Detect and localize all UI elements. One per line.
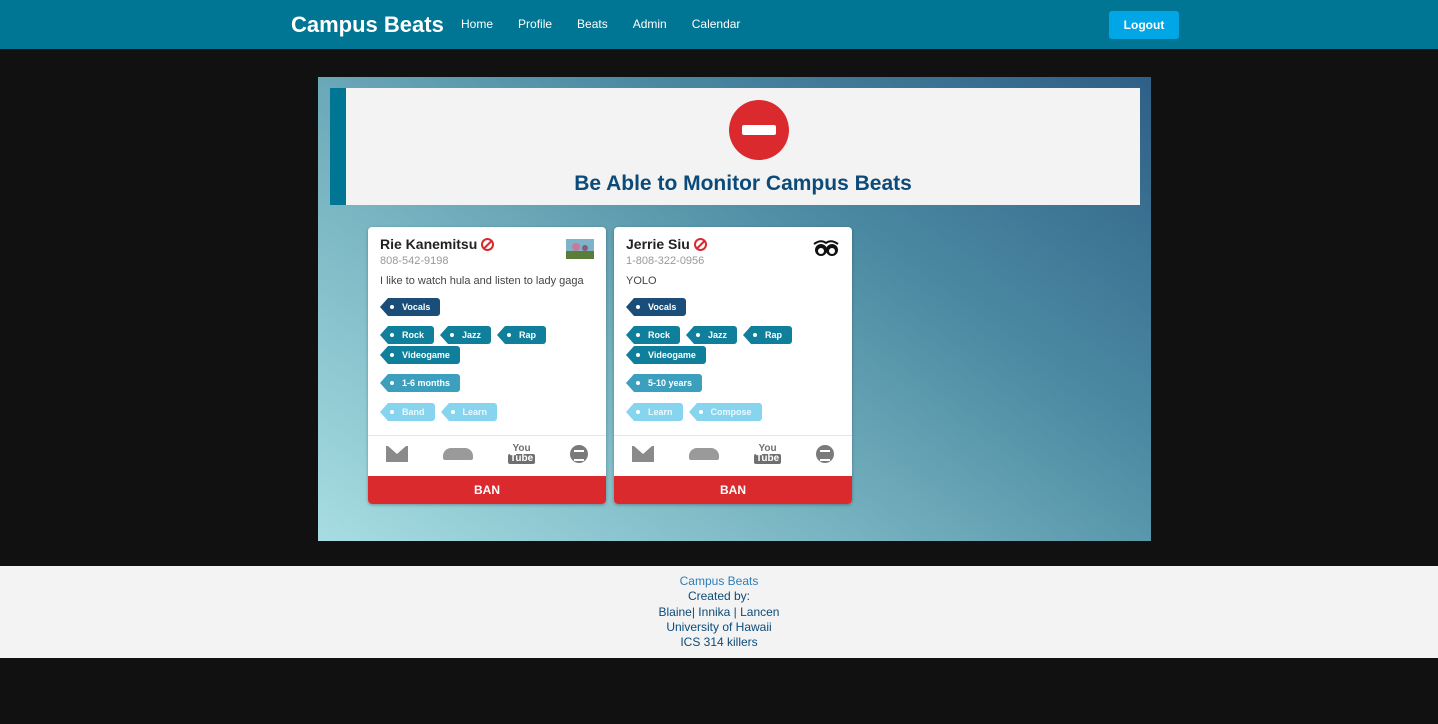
nav-admin[interactable]: Admin <box>633 17 667 31</box>
ban-button[interactable]: BAN <box>368 476 606 504</box>
nav-profile[interactable]: Profile <box>518 17 552 31</box>
user-bio: YOLO <box>626 275 657 287</box>
user-phone: 808-542-9198 <box>380 255 449 267</box>
tag-genre: Rap <box>497 326 547 344</box>
page-title: Be Able to Monitor Campus Beats <box>574 172 912 195</box>
instrument-tags: Vocals <box>625 298 840 318</box>
experience-tags: 5-10 years <box>625 374 840 394</box>
tag-genre: Jazz <box>686 326 738 344</box>
tag-genre: Rap <box>743 326 793 344</box>
genre-tags: Rock Jazz Rap Videogame <box>379 326 594 366</box>
tag-genre: Jazz <box>440 326 492 344</box>
user-card: Rie Kanemitsu 808-542-9198 I like to wat… <box>368 227 606 504</box>
user-name-row: Rie Kanemitsu <box>380 236 495 252</box>
no-entry-icon <box>729 100 789 160</box>
spotify-icon[interactable] <box>816 445 835 463</box>
avatar <box>812 239 840 259</box>
tag-goal: Learn <box>626 403 683 421</box>
navbar: Campus Beats Home Profile Beats Admin Ca… <box>0 0 1438 49</box>
tag-instrument: Vocals <box>379 298 441 316</box>
genre-tags: Rock Jazz Rap Videogame <box>625 326 840 366</box>
user-name: Rie Kanemitsu <box>380 236 478 252</box>
ban-button[interactable]: BAN <box>614 476 852 504</box>
youtube-icon[interactable]: You Tube <box>508 444 536 464</box>
mail-icon[interactable] <box>631 446 654 462</box>
nav-home[interactable]: Home <box>461 17 493 31</box>
user-name-row: Jerrie Siu <box>626 236 707 252</box>
avatar <box>566 239 594 259</box>
spotify-icon[interactable] <box>570 445 589 463</box>
footer-authors: Blaine| Innika | Lancen <box>658 604 780 619</box>
admin-panel: Be Able to Monitor Campus Beats Rie Kane… <box>318 77 1151 541</box>
nav-links: Home Profile Beats Admin Calendar <box>461 17 765 31</box>
card-divider <box>368 435 606 436</box>
footer-brand[interactable]: Campus Beats <box>0 574 1438 589</box>
footer-university: University of Hawaii <box>666 619 772 634</box>
instrument-tags: Vocals <box>379 298 594 318</box>
admin-banner: Be Able to Monitor Campus Beats <box>330 88 1140 205</box>
footer-created-by: Created by: <box>687 589 751 604</box>
tag-genre: Rock <box>625 326 681 344</box>
tag-experience: 1-6 months <box>379 374 461 392</box>
ban-icon <box>693 238 707 251</box>
youtube-icon[interactable]: You Tube <box>754 444 782 464</box>
tag-goal: Compose <box>688 403 762 421</box>
ban-icon <box>481 238 495 251</box>
tag-experience: 5-10 years <box>625 374 703 392</box>
goal-tags: Band Learn <box>380 403 594 423</box>
nav-calendar[interactable]: Calendar <box>692 17 741 31</box>
tag-goal: Band <box>380 403 435 421</box>
tag-genre: Videogame <box>380 346 460 364</box>
user-phone: 1-808-322-0956 <box>626 255 705 267</box>
user-name: Jerrie Siu <box>626 236 690 252</box>
user-card: Jerrie Siu 1-808-322-0956 YOLO Vocals Ro… <box>614 227 852 504</box>
tag-genre: Rock <box>379 326 435 344</box>
soundcloud-icon[interactable] <box>688 448 719 460</box>
experience-tags: 1-6 months <box>379 374 594 394</box>
nav-beats[interactable]: Beats <box>577 17 608 31</box>
card-divider <box>614 435 852 436</box>
tag-instrument: Vocals <box>625 298 687 316</box>
footer: Campus Beats Created by: Blaine| Innika … <box>0 566 1438 658</box>
user-bio: I like to watch hula and listen to lady … <box>380 275 584 287</box>
soundcloud-icon[interactable] <box>442 448 473 460</box>
goal-tags: Learn Compose <box>626 403 840 423</box>
youtube-tube: Tube <box>754 453 782 464</box>
social-links: You Tube <box>614 441 852 467</box>
tag-goal: Learn <box>440 403 498 421</box>
social-links: You Tube <box>368 441 606 467</box>
footer-course: ICS 314 killers <box>680 635 758 650</box>
youtube-tube: Tube <box>508 453 536 464</box>
logout-button[interactable]: Logout <box>1109 11 1179 39</box>
tag-genre: Videogame <box>626 346 706 364</box>
mail-icon[interactable] <box>385 446 408 462</box>
brand-logo[interactable]: Campus Beats <box>291 12 444 38</box>
